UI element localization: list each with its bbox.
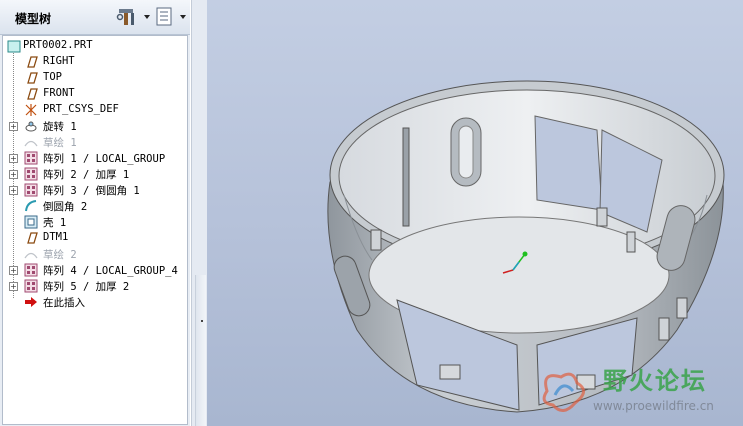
tree-item[interactable]: PRT0002.PRT xyxy=(3,38,187,54)
part-icon xyxy=(7,40,21,53)
watermark-url: www.proewildfire.cn xyxy=(593,399,714,413)
chevron-down-icon xyxy=(144,15,150,19)
tree-item-label: 草绘 2 xyxy=(43,249,77,261)
pattern-icon xyxy=(24,151,38,165)
tree-item-label: 阵列 2 / 加厚 1 xyxy=(43,169,130,181)
tree-item-label: 阵列 3 / 倒圆角 1 xyxy=(43,185,140,197)
sketch-icon xyxy=(24,140,38,147)
expand-icon[interactable]: + xyxy=(9,122,18,131)
tree-item[interactable]: 草绘 2 xyxy=(3,246,187,262)
tree-item-label: DTM1 xyxy=(43,231,69,243)
tree-item[interactable]: FRONT xyxy=(3,86,187,102)
pattern-icon xyxy=(24,279,38,293)
round-icon xyxy=(25,200,37,212)
model-tree-panel: 模型树 PRT0002.PRT RIGHT TOP FRONT PRT_CSYS_DEF… xyxy=(0,0,190,426)
tree-item-label: FRONT xyxy=(43,87,75,99)
tree-item[interactable]: 壳 1 xyxy=(3,214,187,230)
panel-splitter[interactable] xyxy=(191,0,208,426)
splitter-track xyxy=(195,275,206,426)
datum-plane-icon xyxy=(27,232,38,244)
splitter-grip[interactable] xyxy=(201,320,203,322)
tree-item-label: 在此插入 xyxy=(43,297,85,309)
datum-plane-icon xyxy=(27,88,38,100)
tree-item-label: 旋转 1 xyxy=(43,121,77,133)
pattern-icon xyxy=(24,183,38,197)
tree-item-label: PRT_CSYS_DEF xyxy=(43,103,119,115)
tools-icon xyxy=(116,9,134,25)
tree-item[interactable]: + 阵列 2 / 加厚 1 xyxy=(3,166,187,182)
tree-item-label: 阵列 1 / LOCAL_GROUP xyxy=(43,153,166,165)
tree-item[interactable]: RIGHT xyxy=(3,54,187,70)
graphics-viewport[interactable]: 野火论坛 www.proewildfire.cn xyxy=(207,0,743,426)
tree-item-label: 倒圆角 2 xyxy=(43,201,88,213)
watermark-site-name: 野火论坛 xyxy=(603,367,707,395)
expand-icon[interactable]: + xyxy=(9,170,18,179)
tree-item[interactable]: TOP xyxy=(3,70,187,86)
pattern-icon xyxy=(24,167,38,181)
tree-item[interactable]: 在此插入 xyxy=(3,294,187,310)
tree-item-label: PRT0002.PRT xyxy=(23,39,93,51)
tree-item[interactable]: + 阵列 1 / LOCAL_GROUP xyxy=(3,150,187,166)
datum-plane-icon xyxy=(27,72,38,84)
tree-item[interactable]: + 阵列 4 / LOCAL_GROUP_4 xyxy=(3,262,187,278)
tree-item-label: 阵列 5 / 加厚 2 xyxy=(43,281,130,293)
datum-plane-icon xyxy=(27,56,38,68)
tree-item[interactable]: 草绘 1 xyxy=(3,134,187,150)
expand-icon[interactable]: + xyxy=(9,282,18,291)
revolve-icon xyxy=(25,121,37,132)
panel-title: 模型树 xyxy=(15,12,52,26)
expand-icon[interactable]: + xyxy=(9,266,18,275)
watermark: 野火论坛 www.proewildfire.cn xyxy=(533,357,743,423)
tree-item[interactable]: + 旋转 1 xyxy=(3,118,187,134)
expand-icon[interactable]: + xyxy=(9,154,18,163)
shell-icon xyxy=(24,215,38,229)
tree-item[interactable]: + 阵列 3 / 倒圆角 1 xyxy=(3,182,187,198)
tree-item[interactable]: PRT_CSYS_DEF xyxy=(3,102,187,118)
expand-icon[interactable]: + xyxy=(9,186,18,195)
tree-item[interactable]: DTM1 xyxy=(3,230,187,246)
tree-item-label: 草绘 1 xyxy=(43,137,77,149)
sketch-icon xyxy=(24,252,38,259)
csys-icon xyxy=(25,104,37,116)
insert-here-arrow-icon xyxy=(25,297,37,307)
tree-item[interactable]: + 阵列 5 / 加厚 2 xyxy=(3,278,187,294)
tree-item[interactable]: 倒圆角 2 xyxy=(3,198,187,214)
model-tree-header: 模型树 xyxy=(0,0,190,35)
watermark-logo-icon xyxy=(542,372,585,412)
tree-item-label: TOP xyxy=(43,71,62,83)
tree-item-label: RIGHT xyxy=(43,55,75,67)
chevron-down-icon xyxy=(180,15,186,19)
tree-display-icon xyxy=(156,7,172,26)
model-tree: PRT0002.PRT RIGHT TOP FRONT PRT_CSYS_DEF + 旋转 … xyxy=(2,35,188,425)
tree-item-label: 阵列 4 / LOCAL_GROUP_4 xyxy=(43,265,178,277)
tree-item-label: 壳 1 xyxy=(43,217,67,229)
tree-tools-button[interactable] xyxy=(114,6,152,28)
pattern-icon xyxy=(24,263,38,277)
tree-display-button[interactable] xyxy=(154,6,188,28)
